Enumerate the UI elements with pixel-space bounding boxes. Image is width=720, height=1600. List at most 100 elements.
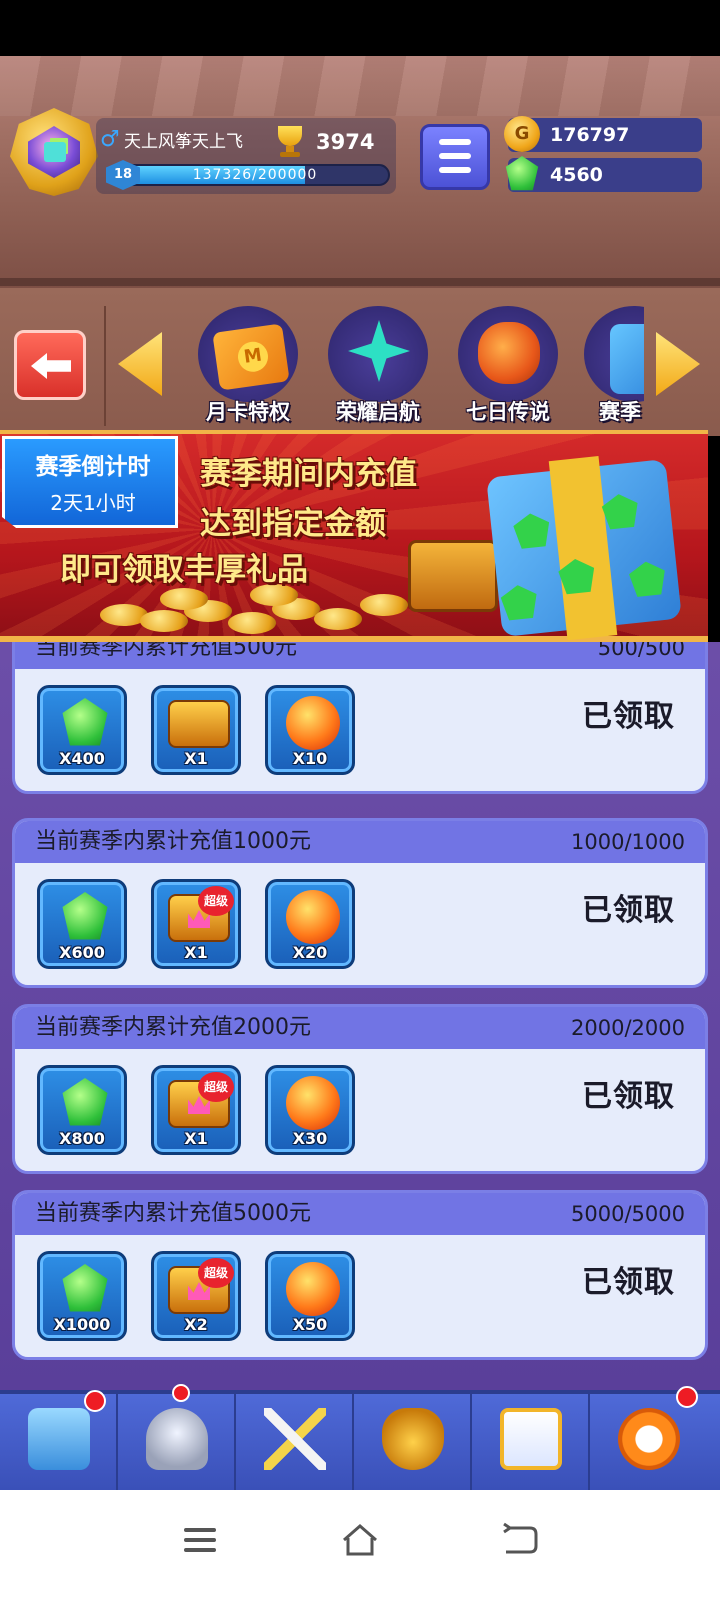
reward-quantity: X600 — [59, 943, 105, 962]
tier-progress: 500/500 — [597, 642, 685, 660]
nav-heroes[interactable] — [118, 1384, 236, 1490]
super-badge: 超级 — [198, 1072, 234, 1102]
orb-icon — [286, 890, 340, 944]
reward-quantity: X50 — [292, 1315, 328, 1334]
rank-badge-icon[interactable] — [6, 104, 102, 200]
reward-quantity: X10 — [292, 749, 328, 768]
tab-monthly-card[interactable]: M 月卡特权 — [188, 300, 308, 434]
status-bar — [0, 0, 720, 56]
orb-icon — [286, 696, 340, 750]
gem-icon — [505, 156, 539, 191]
reward-quantity: X30 — [292, 1129, 328, 1148]
gem-balance[interactable]: 4560 — [505, 156, 702, 192]
coin-amount: 176797 — [550, 124, 630, 146]
reward-item[interactable]: X1 — [151, 685, 241, 775]
banner-line-3: 即可领取丰厚礼品 — [60, 552, 308, 588]
banner-line-2: 达到指定金额 — [200, 506, 386, 542]
bottom-navigation — [0, 1384, 720, 1490]
reward-item[interactable]: X10 — [265, 685, 355, 775]
chevron-right-icon — [656, 332, 700, 396]
hamburger-icon — [439, 139, 471, 145]
menu-button[interactable] — [420, 124, 490, 190]
reward-item[interactable]: 超级 X1 — [151, 879, 241, 969]
reward-quantity: X800 — [59, 1129, 105, 1148]
reward-quantity: X1 — [184, 943, 208, 962]
tier-progress: 5000/5000 — [571, 1202, 685, 1226]
divider — [104, 306, 106, 426]
coin-balance[interactable]: G 176797 — [504, 116, 702, 152]
notification-dot — [172, 1384, 190, 1402]
tab-label: 月卡特权 — [206, 400, 290, 424]
reward-item[interactable]: X1000 — [37, 1251, 127, 1341]
gem-icon — [62, 1078, 108, 1126]
compass-icon — [618, 1408, 680, 1470]
reward-item[interactable]: X800 — [37, 1065, 127, 1155]
super-badge: 超级 — [198, 1258, 234, 1288]
monthly-card-icon: M — [198, 306, 298, 402]
tab-seven-day-legend[interactable]: 七日传说 — [448, 300, 568, 434]
tab-label: 荣耀启航 — [336, 400, 420, 424]
scroll-right-button[interactable] — [650, 326, 706, 402]
reward-quantity: X400 — [59, 749, 105, 768]
xp-progress-text: 137326/200000 — [192, 167, 318, 183]
reward-quantity: X1000 — [53, 1315, 111, 1334]
back-system-button[interactable] — [500, 1520, 540, 1560]
season-countdown: 赛季倒计时 2天1小时 — [2, 436, 178, 528]
reward-tier-list[interactable]: 当前赛季内累计充值500元 500/500 X400 X1 X10 已领取 当前… — [0, 642, 720, 1390]
gift-box-illustration — [486, 455, 682, 641]
reward-quantity: X20 — [292, 943, 328, 962]
reward-item[interactable]: X600 — [37, 879, 127, 969]
glory-star-icon — [328, 306, 428, 402]
back-arrow-icon — [31, 353, 71, 379]
gem-icon — [62, 698, 108, 746]
reward-item[interactable]: X400 — [37, 685, 127, 775]
reward-quantity: X1 — [184, 1129, 208, 1148]
tab-season[interactable]: 赛季 — [560, 300, 644, 434]
reward-item[interactable]: X30 — [265, 1065, 355, 1155]
reward-quantity: X2 — [184, 1315, 208, 1334]
nav-battle[interactable] — [236, 1394, 354, 1490]
nav-rank[interactable] — [354, 1394, 472, 1490]
fire-orb-icon — [286, 1076, 340, 1130]
reward-item[interactable]: 超级 X1 — [151, 1065, 241, 1155]
dragon-icon — [458, 306, 558, 402]
recent-apps-button[interactable] — [180, 1520, 220, 1560]
home-button[interactable] — [340, 1520, 380, 1560]
scroll-left-button[interactable] — [112, 326, 168, 402]
super-badge: 超级 — [198, 886, 234, 916]
nav-shop[interactable] — [0, 1390, 118, 1490]
chevron-left-icon — [118, 332, 162, 396]
crossed-swords-icon — [264, 1408, 326, 1470]
fire-orb-icon — [286, 1262, 340, 1316]
countdown-title: 赛季倒计时 — [35, 454, 151, 480]
tier-title: 当前赛季内累计充值1000元 — [35, 829, 311, 854]
tab-glory-launch[interactable]: 荣耀启航 — [318, 300, 438, 434]
reward-item[interactable]: 超级 X2 — [151, 1251, 241, 1341]
countdown-value: 2天1小时 — [50, 491, 136, 515]
reward-item[interactable]: X20 — [265, 879, 355, 969]
claimed-status: 已领取 — [582, 1079, 675, 1114]
tier-title: 当前赛季内累计充值5000元 — [35, 1201, 311, 1226]
treasure-chest-illustration — [408, 540, 498, 612]
claimed-status: 已领取 — [582, 699, 675, 734]
gem-icon — [62, 892, 108, 940]
xp-progress-bar: 137326/200000 — [120, 164, 390, 186]
banner-line-1: 赛季期间内充值 — [200, 456, 417, 492]
social-icon — [500, 1408, 562, 1470]
tier-progress: 2000/2000 — [571, 1016, 685, 1040]
gem-icon — [62, 1264, 108, 1312]
reward-tier-card: 当前赛季内累计充值5000元 5000/5000 X1000 超级 X2 X50… — [12, 1190, 708, 1360]
reward-tier-card: 当前赛季内累计充值2000元 2000/2000 X800 超级 X1 X30 … — [12, 1004, 708, 1174]
system-navigation-bar — [0, 1490, 720, 1600]
claimed-status: 已领取 — [582, 893, 675, 928]
player-name: 天上风筝天上飞 — [124, 132, 243, 152]
gem-amount: 4560 — [550, 164, 603, 186]
nav-explore[interactable] — [590, 1386, 720, 1490]
reward-quantity: X1 — [184, 749, 208, 768]
gift-box-icon — [584, 306, 644, 402]
back-button[interactable] — [14, 330, 86, 400]
tier-title: 当前赛季内累计充值2000元 — [35, 1015, 311, 1040]
nav-social[interactable] — [472, 1394, 590, 1490]
reward-item[interactable]: X50 — [265, 1251, 355, 1341]
home-icon — [343, 1524, 377, 1556]
